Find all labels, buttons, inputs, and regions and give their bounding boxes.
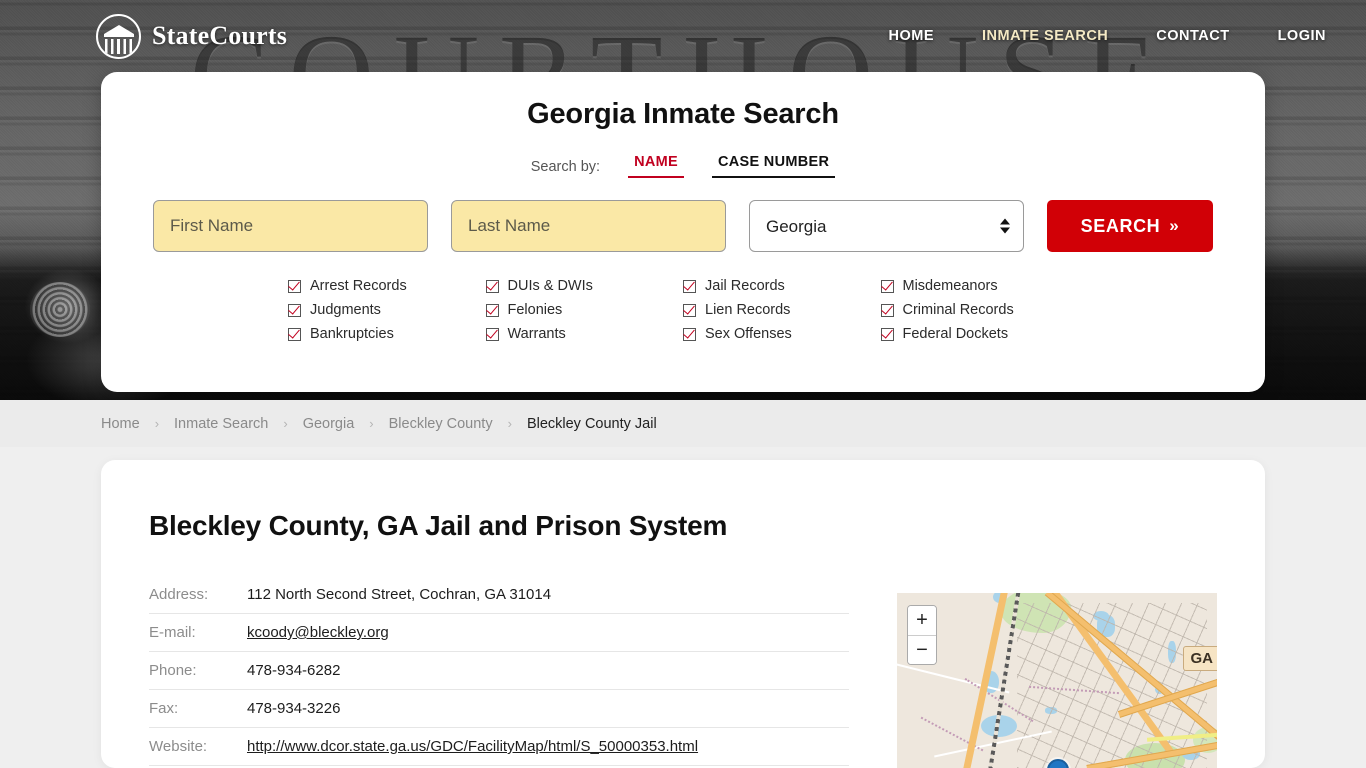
record-type-label: Warrants [507, 326, 566, 342]
check-icon [288, 279, 301, 293]
chevron-right-icon: › [154, 416, 160, 431]
record-type-label: Jail Records [705, 278, 785, 294]
record-type-label: Misdemeanors [902, 278, 998, 294]
search-by-label: Search by: [530, 159, 601, 175]
info-key: Address: [149, 576, 247, 614]
check-icon [288, 303, 301, 317]
courthouse-icon [96, 13, 141, 59]
top-bar: StateCourts HOME INMATE SEARCH CONTACT L… [0, 0, 1366, 72]
breadcrumb-item-current: Bleckley County Jail [526, 415, 657, 432]
info-key: Phone: [149, 651, 247, 690]
tab-search-by-case-number[interactable]: CASE NUMBER [711, 153, 836, 178]
chevron-right-icon: › [283, 416, 288, 431]
breadcrumb-item-georgia[interactable]: Georgia [303, 416, 355, 432]
state-select[interactable]: Georgia [749, 200, 1024, 252]
state-select-wrapper: Georgia [749, 200, 1024, 252]
map-tiles: GA [897, 593, 1217, 768]
highway-shield-ga: GA [1182, 646, 1217, 671]
search-button[interactable]: SEARCH » [1047, 200, 1213, 252]
record-type-item[interactable]: Jail Records [683, 274, 881, 298]
check-icon [683, 327, 696, 341]
nav-item-inmate-search[interactable]: INMATE SEARCH [982, 28, 1108, 44]
inmate-search-card: Georgia Inmate Search Search by: NAME CA… [101, 72, 1265, 392]
search-by-tabs: Search by: NAME CASE NUMBER [101, 153, 1265, 178]
record-type-item[interactable]: Sex Offenses [683, 322, 881, 346]
chevron-right-icon: › [369, 416, 374, 431]
table-row: Address: 112 North Second Street, Cochra… [149, 576, 849, 614]
record-type-label: Federal Dockets [902, 326, 1009, 342]
check-icon [485, 303, 499, 317]
chevron-right-icon: › [507, 416, 512, 431]
table-row: Fax: 478-934-3226 [149, 689, 849, 728]
breadcrumb: Home › Inmate Search › Georgia › Bleckle… [0, 400, 1366, 447]
hero-banner: COURTHOUSE StateCourts HOME INMATE SEARC… [0, 0, 1366, 400]
location-map[interactable]: GA + − [897, 593, 1217, 768]
search-form: Georgia SEARCH » [101, 200, 1265, 252]
info-key: Website: [149, 727, 247, 766]
record-type-label: Criminal Records [902, 302, 1014, 318]
table-row: E-mail: kcoody@bleckley.org [149, 613, 849, 652]
record-type-label: Felonies [507, 302, 563, 318]
record-type-item[interactable]: Federal Dockets [880, 322, 1079, 346]
breadcrumb-item-home[interactable]: Home [101, 416, 140, 432]
page-title: Bleckley County, GA Jail and Prison Syst… [149, 510, 728, 541]
map-street-grid [1017, 603, 1207, 768]
record-type-label: Bankruptcies [310, 326, 394, 342]
email-link[interactable]: kcoody@bleckley.org [247, 624, 389, 641]
nav-item-login[interactable]: LOGIN [1278, 28, 1326, 44]
record-type-item[interactable]: Misdemeanors [880, 274, 1079, 298]
info-key: Fax: [149, 689, 247, 728]
check-icon [485, 327, 499, 341]
info-value-address: 112 North Second Street, Cochran, GA 310… [247, 576, 849, 614]
check-icon [683, 279, 696, 293]
map-zoom-in-button[interactable]: + [908, 606, 936, 635]
check-icon [880, 303, 894, 317]
info-value-fax: 478-934-3226 [247, 689, 849, 728]
info-value-website: http://www.dcor.state.ga.us/GDC/Facility… [247, 727, 849, 766]
search-card-title: Georgia Inmate Search [527, 98, 839, 130]
record-type-item[interactable]: Arrest Records [288, 274, 486, 298]
record-type-item[interactable]: Judgments [288, 298, 486, 322]
breadcrumb-item-bleckley-county[interactable]: Bleckley County [389, 416, 493, 432]
nav-item-contact[interactable]: CONTACT [1156, 28, 1229, 44]
check-icon [683, 303, 696, 317]
record-type-item[interactable]: DUIs & DWIs [485, 274, 684, 298]
website-link[interactable]: http://www.dcor.state.ga.us/GDC/Facility… [247, 738, 698, 755]
info-value-phone: 478-934-6282 [247, 651, 849, 690]
record-type-label: Judgments [310, 302, 381, 318]
double-chevron-right-icon: » [1169, 216, 1180, 235]
record-type-item[interactable]: Bankruptcies [288, 322, 486, 346]
record-type-label: Lien Records [705, 302, 791, 318]
info-value-email: kcoody@bleckley.org [247, 613, 849, 652]
record-type-list: Arrest Records DUIs & DWIs Jail Records … [288, 274, 1078, 346]
record-type-item[interactable]: Warrants [485, 322, 684, 346]
brand-logo[interactable]: StateCourts [96, 13, 288, 59]
first-name-input[interactable] [153, 200, 428, 252]
record-type-label: Arrest Records [310, 278, 407, 294]
record-type-item[interactable]: Lien Records [683, 298, 881, 322]
record-type-item[interactable]: Criminal Records [880, 298, 1079, 322]
nav-item-home[interactable]: HOME [889, 28, 935, 44]
record-type-label: DUIs & DWIs [507, 278, 593, 294]
breadcrumb-item-inmate-search[interactable]: Inmate Search [174, 416, 268, 432]
check-icon [288, 327, 301, 341]
search-button-label: SEARCH [1080, 215, 1161, 236]
check-icon [880, 327, 894, 341]
check-icon [485, 279, 499, 293]
primary-navigation: HOME INMATE SEARCH CONTACT LOGIN [889, 28, 1327, 44]
brand-name: StateCourts [152, 21, 288, 50]
check-icon [880, 279, 894, 293]
info-key: E-mail: [149, 613, 247, 652]
map-zoom-out-button[interactable]: − [908, 635, 936, 664]
record-type-label: Sex Offenses [705, 326, 792, 342]
facility-info-table: Address: 112 North Second Street, Cochra… [149, 576, 849, 766]
table-row: Phone: 478-934-6282 [149, 651, 849, 690]
table-row: Website: http://www.dcor.state.ga.us/GDC… [149, 727, 849, 766]
last-name-input[interactable] [451, 200, 726, 252]
record-type-item[interactable]: Felonies [485, 298, 684, 322]
tab-search-by-name[interactable]: NAME [628, 153, 684, 178]
map-zoom-controls: + − [907, 605, 937, 665]
